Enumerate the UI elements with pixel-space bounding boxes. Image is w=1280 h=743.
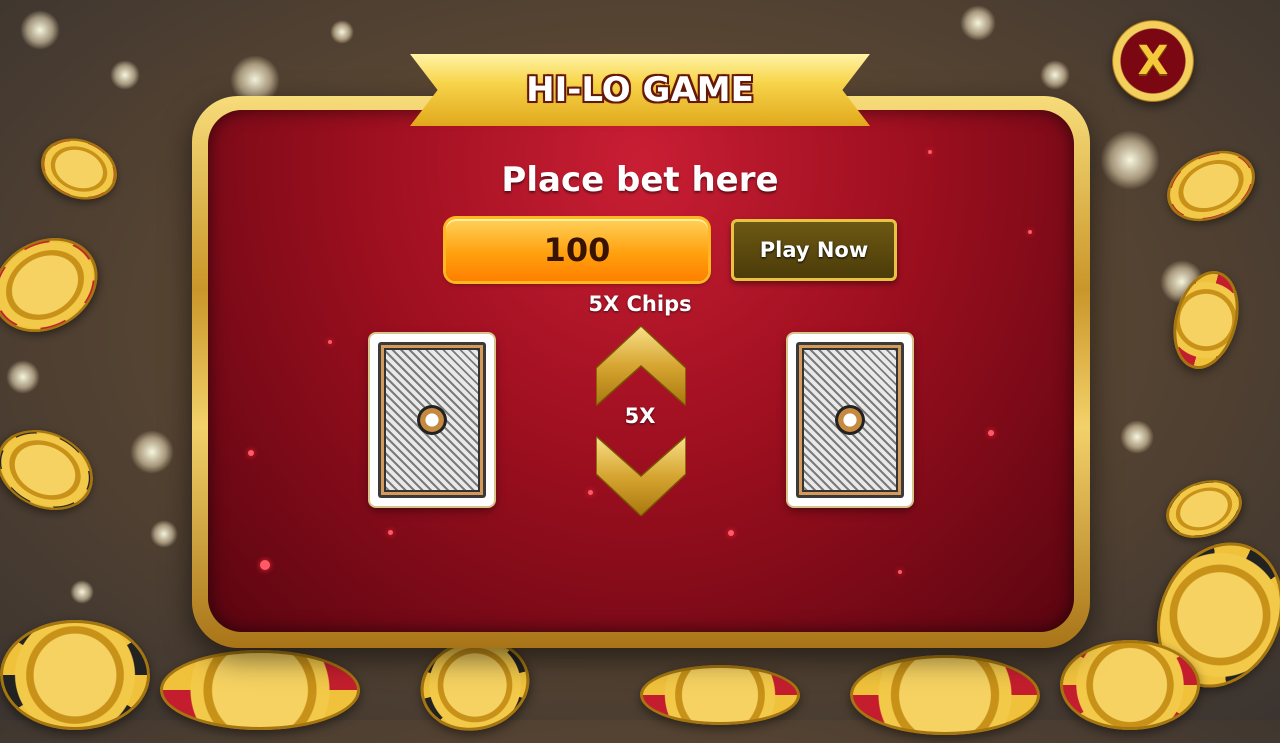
- bet-amount-input[interactable]: [446, 219, 708, 281]
- right-card[interactable]: [788, 334, 912, 506]
- bokeh-light: [1040, 60, 1070, 90]
- chips-multiplier-label: 5X Chips: [588, 292, 692, 316]
- sparkle: [1028, 230, 1032, 234]
- casino-chip: [640, 665, 800, 725]
- bokeh-light: [1100, 130, 1160, 190]
- casino-chip: [1158, 470, 1250, 548]
- sparkle: [928, 150, 932, 154]
- card-back-pattern: [796, 342, 904, 498]
- sparkle: [898, 570, 902, 574]
- sparkle: [588, 490, 593, 495]
- casino-chip: [0, 414, 107, 526]
- sparkle: [260, 560, 270, 570]
- casino-chip: [0, 219, 115, 351]
- casino-chip: [1155, 137, 1267, 235]
- sparkle: [248, 450, 254, 456]
- chevron-up-icon[interactable]: [596, 326, 686, 406]
- close-icon: X: [1137, 38, 1169, 84]
- sparkle: [988, 430, 994, 436]
- bokeh-light: [130, 430, 174, 474]
- play-now-button[interactable]: Play Now: [731, 219, 897, 281]
- close-button[interactable]: X: [1112, 20, 1194, 102]
- sparkle: [728, 530, 734, 536]
- bokeh-light: [110, 60, 140, 90]
- casino-chip: [160, 650, 360, 730]
- casino-chip: [0, 620, 150, 730]
- card-back-pattern: [378, 342, 486, 498]
- bokeh-light: [960, 5, 996, 41]
- bokeh-light: [1120, 420, 1154, 454]
- bokeh-light: [20, 10, 60, 50]
- casino-chip: [850, 655, 1040, 735]
- multiplier-label: 5X: [624, 404, 656, 428]
- bet-heading: Place bet here: [501, 160, 779, 200]
- bokeh-light: [6, 360, 40, 394]
- chevron-down-icon[interactable]: [596, 436, 686, 516]
- game-title: HI-LO GAME: [526, 70, 754, 110]
- sparkle: [388, 530, 393, 535]
- casino-chip: [32, 128, 126, 210]
- bokeh-light: [330, 20, 354, 44]
- sparkle: [328, 340, 332, 344]
- bokeh-light: [150, 520, 178, 548]
- left-card[interactable]: [370, 334, 494, 506]
- casino-chip: [1060, 640, 1200, 730]
- bokeh-light: [70, 580, 94, 604]
